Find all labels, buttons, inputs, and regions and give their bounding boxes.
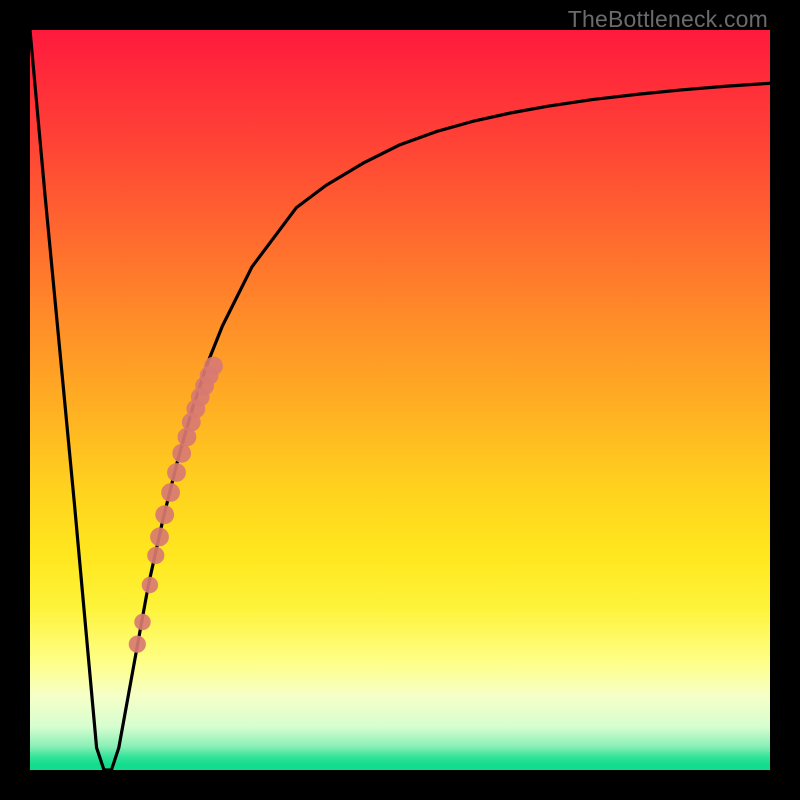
curve-layer xyxy=(30,30,770,770)
highlight-dot xyxy=(129,636,146,653)
highlight-dot xyxy=(150,528,169,547)
watermark-text: TheBottleneck.com xyxy=(568,6,768,33)
highlight-dot xyxy=(172,444,191,463)
highlight-dot xyxy=(147,547,164,564)
chart-frame: TheBottleneck.com xyxy=(0,0,800,800)
bottleneck-curve xyxy=(30,30,770,770)
highlight-dot xyxy=(142,577,158,593)
highlight-dot xyxy=(167,463,186,482)
highlight-dot xyxy=(155,505,174,524)
plot-area xyxy=(30,30,770,770)
highlight-dot xyxy=(204,357,223,376)
highlight-dot xyxy=(134,614,150,630)
highlight-dot xyxy=(161,483,180,502)
